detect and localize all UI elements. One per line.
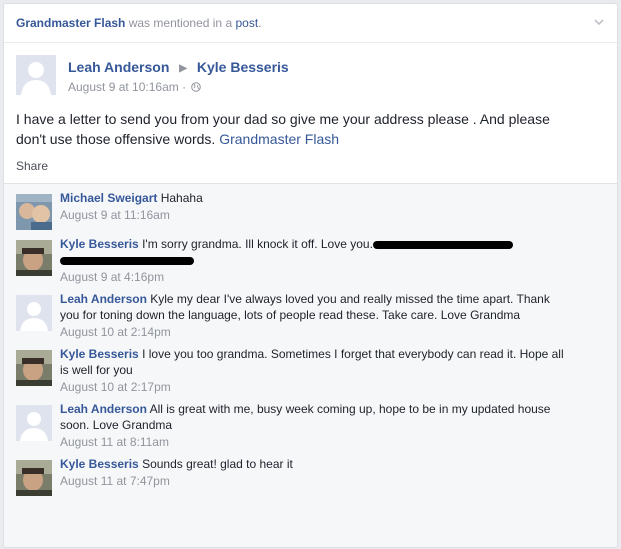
- comment-text: I'm sorry grandma. Ill knock it off. Lov…: [142, 237, 373, 251]
- comment-author-link[interactable]: Leah Anderson: [60, 292, 147, 306]
- comment-timestamp[interactable]: August 11 at 7:47pm: [60, 473, 293, 489]
- comment-author-link[interactable]: Kyle Besseris: [60, 457, 139, 471]
- comment-timestamp[interactable]: August 9 at 11:16am: [60, 207, 203, 223]
- comments-section: Michael Sweigart Hahaha August 9 at 11:1…: [4, 183, 617, 547]
- comment-timestamp[interactable]: August 9 at 4:16pm: [60, 269, 513, 285]
- story-card: Grandmaster Flash was mentioned in a pos…: [3, 3, 618, 548]
- redaction-mark: [372, 240, 513, 249]
- avatar[interactable]: [16, 350, 52, 386]
- comment-author-link[interactable]: Michael Sweigart: [60, 191, 157, 205]
- share-button[interactable]: Share: [16, 159, 605, 183]
- meta-dot: ·: [182, 80, 187, 94]
- avatar[interactable]: [16, 460, 52, 496]
- default-avatar-icon[interactable]: [16, 405, 52, 441]
- comment-timestamp[interactable]: August 10 at 2:17pm: [60, 379, 570, 395]
- story-header: Grandmaster Flash was mentioned in a pos…: [4, 4, 617, 43]
- post-link[interactable]: post: [235, 16, 258, 30]
- tag-link[interactable]: Grandmaster Flash: [219, 131, 339, 147]
- comment: Michael Sweigart Hahaha August 9 at 11:1…: [4, 190, 617, 230]
- mention-name-link[interactable]: Grandmaster Flash: [16, 16, 125, 30]
- post-text: I have a letter to send you from your da…: [16, 111, 550, 147]
- comment: Leah Anderson Kyle my dear I've always l…: [4, 291, 617, 340]
- post-recipient-link[interactable]: Kyle Besseris: [197, 59, 289, 75]
- comment: Kyle Besseris Sounds great! glad to hear…: [4, 456, 617, 496]
- mention-text: was mentioned in a: [128, 16, 233, 30]
- post: Leah Anderson ▶ Kyle Besseris August 9 a…: [4, 43, 617, 183]
- comment-author-link[interactable]: Kyle Besseris: [60, 347, 139, 361]
- header-period: .: [258, 16, 262, 30]
- comment: Leah Anderson All is great with me, busy…: [4, 401, 617, 450]
- comment-timestamp[interactable]: August 10 at 2:14pm: [60, 324, 570, 340]
- comment: Kyle Besseris I love you too grandma. So…: [4, 346, 617, 395]
- comment-text: Sounds great! glad to hear it: [142, 457, 293, 471]
- chevron-down-icon[interactable]: [593, 16, 605, 28]
- post-author-link[interactable]: Leah Anderson: [68, 59, 169, 75]
- comment-author-link[interactable]: Leah Anderson: [60, 402, 147, 416]
- comment-author-link[interactable]: Kyle Besseris: [60, 237, 139, 251]
- triangle-right-icon: ▶: [179, 63, 187, 74]
- avatar[interactable]: [16, 194, 52, 230]
- post-timestamp[interactable]: August 9 at 10:16am: [68, 80, 179, 94]
- redaction-mark: [60, 256, 194, 265]
- default-avatar-icon[interactable]: [16, 295, 52, 331]
- comment-text: Hahaha: [160, 191, 203, 205]
- comment: Kyle Besseris I'm sorry grandma. Ill kno…: [4, 236, 617, 285]
- globe-icon[interactable]: [191, 82, 202, 92]
- comment-timestamp[interactable]: August 11 at 8:11am: [60, 434, 570, 450]
- avatar[interactable]: [16, 240, 52, 276]
- default-avatar-icon[interactable]: [16, 55, 56, 95]
